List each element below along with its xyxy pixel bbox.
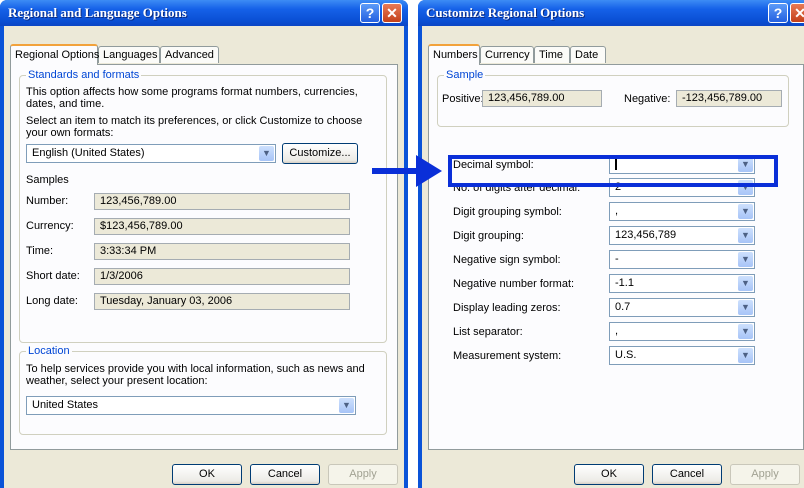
sample-long-date-label: Long date: [26, 295, 78, 307]
sample-time-value: 3:33:34 PM [94, 243, 350, 260]
measurement-system-select[interactable]: U.S. ▼ [609, 346, 755, 365]
dialog-body: Numbers Currency Time Date Sample Positi… [422, 26, 804, 488]
close-icon[interactable]: ✕ [382, 3, 402, 23]
sample-currency-value: $123,456,789.00 [94, 218, 350, 235]
sample-long-date-value: Tuesday, January 03, 2006 [94, 293, 350, 310]
list-separator-select[interactable]: , ▼ [609, 322, 755, 341]
leading-zeros-value: 0.7 [615, 301, 631, 313]
digit-grouping-select[interactable]: 123,456,789 ▼ [609, 226, 755, 245]
negative-sign-symbol-label: Negative sign symbol: [453, 254, 561, 266]
dropdown-arrow-icon[interactable]: ▼ [738, 252, 753, 267]
negative-value: -123,456,789.00 [676, 90, 782, 107]
negative-label: Negative: [624, 93, 671, 105]
arrow-right-icon [372, 155, 442, 187]
cancel-button[interactable]: Cancel [652, 464, 722, 485]
negative-number-format-label: Negative number format: [453, 278, 575, 290]
location-select[interactable]: United States ▼ [26, 396, 356, 415]
dropdown-arrow-icon[interactable]: ▼ [738, 228, 753, 243]
dropdown-arrow-icon[interactable]: ▼ [259, 146, 274, 161]
tab-date[interactable]: Date [570, 46, 606, 63]
location-group: Location To help services provide you wi… [19, 345, 387, 435]
regional-language-options-window: Regional and Language Options ? ✕ Region… [0, 0, 408, 488]
location-group-label: Location [26, 345, 72, 357]
digit-grouping-symbol-value: , [615, 205, 619, 217]
location-description: To help services provide you with local … [26, 363, 365, 387]
tab-currency[interactable]: Currency [480, 46, 534, 63]
sample-number-value: 123,456,789.00 [94, 193, 350, 210]
title-bar[interactable]: Regional and Language Options ? ✕ [0, 0, 408, 26]
help-icon[interactable]: ? [360, 3, 380, 23]
cancel-button[interactable]: Cancel [250, 464, 320, 485]
tab-time[interactable]: Time [534, 46, 570, 63]
tab-panel: Standards and formats This option affect… [10, 64, 398, 450]
standards-group: Standards and formats This option affect… [19, 69, 387, 343]
tab-regional-options[interactable]: Regional Options [10, 44, 99, 65]
positive-value: 123,456,789.00 [482, 90, 602, 107]
measurement-system-label: Measurement system: [453, 350, 562, 362]
dropdown-arrow-icon[interactable]: ▼ [738, 204, 753, 219]
digit-grouping-value: 123,456,789 [615, 229, 677, 241]
list-separator-label: List separator: [453, 326, 523, 338]
customize-button[interactable]: Customize... [282, 143, 358, 164]
negative-number-format-value: -1.1 [615, 277, 634, 289]
leading-zeros-label: Display leading zeros: [453, 302, 561, 314]
standards-description: This option affects how some programs fo… [26, 86, 358, 110]
sample-short-date-label: Short date: [26, 270, 80, 282]
tab-panel: Sample Positive: 123,456,789.00 Negative… [428, 64, 804, 450]
sample-currency-label: Currency: [26, 220, 74, 232]
sample-group: Sample Positive: 123,456,789.00 Negative… [437, 69, 789, 127]
apply-button: Apply [328, 464, 398, 485]
negative-number-format-select[interactable]: -1.1 ▼ [609, 274, 755, 293]
apply-button: Apply [730, 464, 800, 485]
format-select-value: English (United States) [32, 147, 145, 159]
title-bar[interactable]: Customize Regional Options ? ✕ [418, 0, 804, 26]
sample-short-date-value: 1/3/2006 [94, 268, 350, 285]
location-select-value: United States [32, 399, 99, 411]
customize-regional-options-window: Customize Regional Options ? ✕ Numbers C… [418, 0, 804, 488]
negative-sign-symbol-value: - [615, 253, 619, 265]
digit-grouping-symbol-select[interactable]: , ▼ [609, 202, 755, 221]
samples-label: Samples [26, 174, 69, 186]
sample-number-label: Number: [26, 195, 69, 207]
help-icon[interactable]: ? [768, 3, 788, 23]
positive-label: Positive: [442, 93, 484, 105]
format-select[interactable]: English (United States) ▼ [26, 144, 276, 163]
window-title: Customize Regional Options [426, 5, 585, 20]
dropdown-arrow-icon[interactable]: ▼ [339, 398, 354, 413]
digit-grouping-label: Digit grouping: [453, 230, 524, 242]
dialog-body: Regional Options Languages Advanced Stan… [4, 26, 404, 488]
ok-button[interactable]: OK [574, 464, 644, 485]
standards-instruction: Select an item to match its preferences,… [26, 115, 363, 139]
tab-numbers[interactable]: Numbers [428, 44, 480, 65]
sample-time-label: Time: [26, 245, 54, 257]
window-title: Regional and Language Options [8, 5, 187, 20]
dropdown-arrow-icon[interactable]: ▼ [738, 276, 753, 291]
sample-group-label: Sample [444, 69, 486, 81]
list-separator-value: , [615, 325, 619, 337]
dropdown-arrow-icon[interactable]: ▼ [738, 300, 753, 315]
digit-grouping-symbol-label: Digit grouping symbol: [453, 206, 562, 218]
decimal-symbol-highlight-box [448, 155, 778, 187]
measurement-system-value: U.S. [615, 349, 637, 361]
tab-advanced[interactable]: Advanced [160, 46, 219, 63]
standards-group-label: Standards and formats [26, 69, 142, 81]
ok-button[interactable]: OK [172, 464, 242, 485]
dropdown-arrow-icon[interactable]: ▼ [738, 324, 753, 339]
tab-languages[interactable]: Languages [98, 46, 160, 63]
close-icon[interactable]: ✕ [790, 3, 804, 23]
leading-zeros-select[interactable]: 0.7 ▼ [609, 298, 755, 317]
negative-sign-symbol-select[interactable]: - ▼ [609, 250, 755, 269]
dropdown-arrow-icon[interactable]: ▼ [738, 348, 753, 363]
